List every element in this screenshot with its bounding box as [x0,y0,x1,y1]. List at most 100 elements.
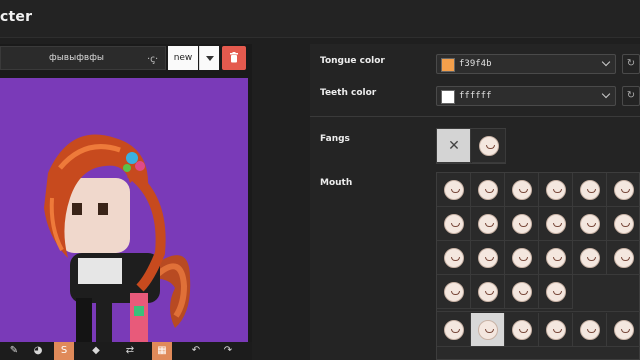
tongue-color-select[interactable]: f39f4b [436,54,616,74]
mouth-preview-icon [580,320,600,340]
mouth-option[interactable] [573,313,607,347]
mouth-option[interactable] [539,241,573,275]
teeth-reset-button[interactable]: ↻ [622,86,640,106]
pony-sprite-image [44,134,191,360]
mouth-option[interactable] [437,275,471,309]
top-bar: cter [0,0,640,38]
mouth-preview-icon [580,248,600,268]
tongue-color-swatch [441,58,455,72]
mouth-option[interactable] [471,241,505,275]
divider [437,311,640,312]
mouth-preview-icon [478,214,498,234]
tongue-reset-button[interactable]: ↻ [622,54,640,74]
mouth-option[interactable] [539,275,573,309]
preset-select[interactable]: new [168,46,198,70]
mouth-option[interactable] [607,313,640,347]
mouth-option[interactable] [607,207,640,241]
mouth-preview-icon [444,282,464,302]
mouth-preview-icon [512,180,532,200]
close-icon: ✕ [448,138,460,154]
mouth-option[interactable] [539,173,573,207]
editor-column: фывыфвфы ·ꞔ· new ✎ ◕ S ◆ ⇄ ▦ ↶ ↷ [0,44,252,360]
mouth-preview-icon [512,320,532,340]
teeth-color-label: Teeth color [320,88,377,98]
mouth-option[interactable] [539,207,573,241]
mouth-preview-icon [546,180,566,200]
mouth-preview-icon [512,248,532,268]
mouth-option[interactable] [471,207,505,241]
mouth-option[interactable] [437,313,471,347]
name-row: фывыфвфы ·ꞔ· new [0,46,248,70]
mouth-option[interactable] [573,207,607,241]
mouth-preview-icon [614,248,634,268]
mouth-preview-icon [444,248,464,268]
mouth-option[interactable] [505,173,539,207]
palette-icon[interactable]: ◕ [28,342,48,360]
grid-icon[interactable]: ▦ [152,342,172,360]
fangs-option-1[interactable] [472,129,506,163]
fill-icon[interactable]: ◆ [86,342,106,360]
mouth-option[interactable] [539,313,573,347]
teeth-color-select[interactable]: ffffff [436,86,616,106]
tongue-color-value: f39f4b [459,59,492,69]
mouth-preview-icon [614,320,634,340]
mouth-preview-icon [478,180,498,200]
mouth-preview-icon [444,180,464,200]
mouth-option[interactable] [607,241,640,275]
undo-icon[interactable]: ↶ [186,342,206,360]
mouth-option[interactable] [573,241,607,275]
mouth-option[interactable] [505,207,539,241]
mouth-label: Mouth [320,178,353,188]
mouth-preview-icon [546,320,566,340]
mouth-preview-icon [546,248,566,268]
fangs-options: ✕ [436,128,506,164]
character-canvas[interactable] [0,78,248,360]
teeth-color-value: ffffff [459,91,492,101]
redo-icon[interactable]: ↷ [218,342,238,360]
settings-panel: Tongue color f39f4b ↻ Teeth color ffffff… [310,44,640,360]
page-title: cter [0,9,33,25]
mouth-preview-icon [546,214,566,234]
delete-button[interactable] [222,46,246,70]
mouth-preview-icon [580,180,600,200]
trash-icon [230,52,238,63]
mouth-preview-icon [580,214,600,234]
mouth-option[interactable] [471,173,505,207]
mouth-option[interactable] [505,313,539,347]
mouth-preview-icon [614,214,634,234]
mouth-option[interactable] [437,173,471,207]
chevron-down-icon [601,57,611,67]
editor-toolbar: ✎ ◕ S ◆ ⇄ ▦ ↶ ↷ [0,342,252,360]
teeth-color-swatch [441,90,455,104]
chevron-down-icon[interactable] [199,46,219,70]
mouth-option[interactable] [505,275,539,309]
mouth-preview-icon [444,214,464,234]
mouth-option[interactable] [437,207,471,241]
mouth-preview-icon [546,282,566,302]
chevron-down-icon [601,89,611,99]
name-symbol: ·ꞔ· [147,54,159,65]
mouth-options [436,172,640,360]
mouth-preview-icon [478,248,498,268]
mouth-option[interactable] [505,241,539,275]
fangs-option-none[interactable]: ✕ [437,129,471,163]
mouth-option[interactable] [471,275,505,309]
brush-icon[interactable]: ✎ [4,342,24,360]
mouth-preview-icon [478,320,498,340]
character-name-input[interactable]: фывыфвфы ·ꞔ· [0,46,166,70]
fangs-label: Fangs [320,134,350,144]
mouth-preview-icon [512,214,532,234]
mouth-preview-icon [478,282,498,302]
mouth-option-selected[interactable] [471,313,505,347]
divider [310,116,640,117]
mouth-option[interactable] [573,173,607,207]
mouth-option[interactable] [607,173,640,207]
character-name-value: фывыфвфы [49,53,105,63]
tongue-color-label: Tongue color [320,56,385,66]
swap-icon[interactable]: ⇄ [120,342,140,360]
strike-icon[interactable]: S [54,342,74,360]
mouth-preview-icon [512,282,532,302]
mouth-preview-icon [444,320,464,340]
mouth-option[interactable] [437,241,471,275]
mouth-preview-icon [614,180,634,200]
